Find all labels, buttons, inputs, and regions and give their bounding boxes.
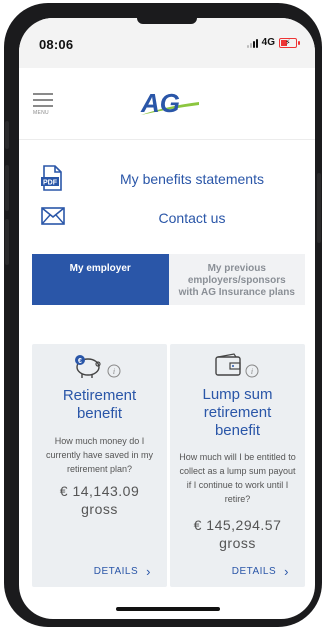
wallet-icon: i xyxy=(215,353,259,378)
phone-screen: 08:06 4G ⚡ MENU AG PDF My benefits state… xyxy=(19,18,315,619)
card-description: How much money do I currently have saved… xyxy=(45,436,154,474)
card-amount-note: gross xyxy=(81,501,118,517)
phone-power-button xyxy=(317,173,321,243)
phone-side-button xyxy=(5,121,9,149)
employer-tabs: My employer My previous employers/sponso… xyxy=(32,254,305,305)
chevron-right-icon: › xyxy=(284,563,289,579)
status-bar: 08:06 4G ⚡ xyxy=(19,18,315,68)
pdf-icon-text: PDF xyxy=(43,180,58,187)
chevron-right-icon: › xyxy=(146,563,151,579)
tab-my-employer[interactable]: My employer xyxy=(32,254,169,305)
envelope-icon xyxy=(41,207,65,225)
ag-logo: AG xyxy=(140,88,199,118)
phone-volume-up-button xyxy=(5,165,9,211)
card-amount: € 14,143.09 xyxy=(59,483,140,499)
benefits-statements-link[interactable]: PDF My benefits statements xyxy=(19,165,315,195)
menu-button[interactable]: MENU xyxy=(33,93,53,116)
menu-label: MENU xyxy=(33,110,49,116)
benefits-statements-label: My benefits statements xyxy=(120,171,264,187)
tab-previous-employers[interactable]: My previous employers/sponsors with AG I… xyxy=(168,254,305,305)
details-label: DETAILS xyxy=(93,566,139,577)
lump-sum-benefit-card: i Lump sum retirement benefit How much w… xyxy=(170,344,305,587)
details-button[interactable]: DETAILS › xyxy=(231,563,289,579)
pdf-icon: PDF xyxy=(41,165,62,191)
svg-text:i: i xyxy=(251,367,253,376)
card-amount-note: gross xyxy=(219,535,256,551)
network-type: 4G xyxy=(261,37,275,48)
details-label: DETAILS xyxy=(231,566,277,577)
retirement-benefit-card: € i Retirement benefit How much money do… xyxy=(32,344,167,587)
phone-volume-down-button xyxy=(5,219,9,265)
details-button[interactable]: DETAILS › xyxy=(93,563,151,579)
phone-frame: 08:06 4G ⚡ MENU AG PDF My benefits state… xyxy=(4,3,322,627)
card-description: How much will I be entitled to collect a… xyxy=(179,452,296,504)
tab-label: My employer xyxy=(69,263,131,274)
signal-icon xyxy=(246,38,258,48)
piggy-bank-icon: € i xyxy=(75,355,121,378)
notch xyxy=(137,18,197,24)
status-time: 08:06 xyxy=(39,37,74,52)
app-header: MENU AG xyxy=(19,68,315,140)
tab-label: My previous employers/sponsors with AG I… xyxy=(178,263,295,298)
card-amount: € 145,294.57 xyxy=(193,517,282,533)
contact-us-link[interactable]: Contact us xyxy=(19,204,315,234)
svg-text:i: i xyxy=(113,367,115,376)
hamburger-icon xyxy=(33,93,53,95)
status-indicators: 4G ⚡ xyxy=(246,37,300,48)
svg-text:€: € xyxy=(78,358,82,365)
contact-us-label: Contact us xyxy=(158,210,226,226)
home-indicator[interactable] xyxy=(116,607,220,611)
card-title: Retirement benefit xyxy=(62,387,137,422)
logo-text: AG xyxy=(140,88,180,118)
battery-charging-icon: ⚡ xyxy=(279,37,300,48)
card-title: Lump sum retirement benefit xyxy=(202,386,273,439)
